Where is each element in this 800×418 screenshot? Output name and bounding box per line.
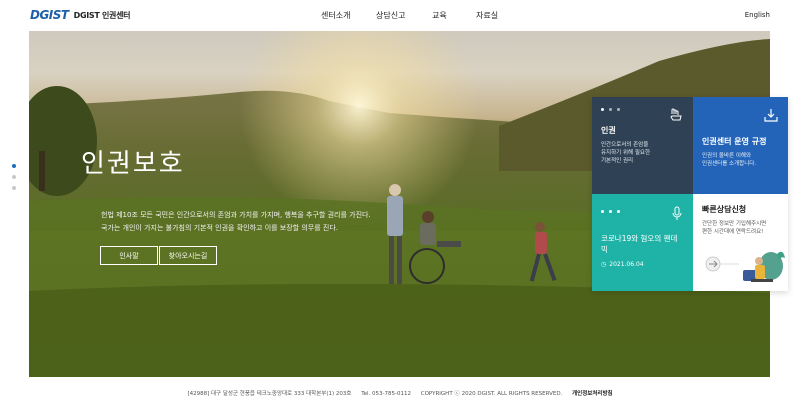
nav-item-counseling[interactable]: 상담신고 <box>376 10 405 21</box>
nav-item-education[interactable]: 교육 <box>432 10 447 21</box>
slide-dot-2[interactable] <box>12 175 16 179</box>
card-desc-line: 편한 시간대에 연락드려요! <box>702 229 764 235</box>
card-title: 코로나19와 혐오의 팬데 믹 <box>601 233 684 255</box>
card-date-text: 2021.06.04 <box>609 261 644 268</box>
card-title-line: 코로나19와 혐오의 팬데 <box>601 234 678 243</box>
hero-text-line-2: 국가는 개인이 가지는 불가침의 기본적 인권을 확인하고 이를 보장할 의무를… <box>101 224 338 232</box>
clock-icon: ◷ <box>601 261 607 268</box>
card-desc-line: 인간으로서의 존엄을 <box>601 142 649 148</box>
hand-icon <box>670 108 682 121</box>
card-video[interactable]: 코로나19와 혐오의 팬데 믹 ◷ 2021.06.04 <box>592 194 693 291</box>
footer-address: [42988] 대구 달성군 현풍읍 테크노중앙대로 333 대학본부(1) 2… <box>187 391 352 397</box>
hero-title: 인권보호 <box>81 149 185 179</box>
quick-panel: 인권 인간으로서의 존엄을 유지하기 위해 필요한 기본적인 권리 인권센터 운… <box>592 97 788 291</box>
hero-text-line-1: 헌법 제10조 모든 국민은 인간으로서의 존엄과 가치를 가지며, 행복을 추… <box>101 211 371 219</box>
card-desc-line: 인권센터를 소개합니다. <box>702 161 757 167</box>
card-operation-rules[interactable]: 인권센터 운영 규정 인권의 올바른 이해와 인권센터를 소개합니다. <box>693 97 788 194</box>
card-title-line: 믹 <box>601 245 608 254</box>
main-nav: 센터소개 상담신고 교육 자료실 <box>0 10 800 24</box>
card-title: 인권 <box>601 126 616 135</box>
card-desc: 간단한 정보만 기입해주시면 편한 시간대에 연락드려요! <box>702 220 779 236</box>
nav-item-resources[interactable]: 자료실 <box>476 10 498 21</box>
slide-dot-3[interactable] <box>12 186 16 190</box>
card-desc-line: 기본적인 권리 <box>601 158 634 164</box>
card-desc: 인권의 올바른 이해와 인권센터를 소개합니다. <box>702 152 779 168</box>
card-desc-line: 유지하기 위해 필요한 <box>601 150 651 156</box>
card-desc: 인간으로서의 존엄을 유지하기 위해 필요한 기본적인 권리 <box>601 141 684 165</box>
card-date: ◷ 2021.06.04 <box>601 261 684 268</box>
nav-item-center-intro[interactable]: 센터소개 <box>321 10 350 21</box>
footer-tel: Tel. 053-785-0112 <box>361 391 411 397</box>
site-header: DGIST DGIST 인권센터 센터소개 상담신고 교육 자료실 Englis… <box>0 0 800 31</box>
language-link[interactable]: English <box>745 11 770 19</box>
counseling-illustration <box>705 251 785 282</box>
card-title: 빠른상담신청 <box>702 205 747 214</box>
card-title: 인권센터 운영 규정 <box>702 137 767 146</box>
slide-dot-1[interactable] <box>12 164 16 168</box>
microphone-icon <box>672 206 682 220</box>
site-footer: [42988] 대구 달성군 현풍읍 테크노중앙대로 333 대학본부(1) 2… <box>0 389 800 397</box>
card-quick-counseling[interactable]: 빠른상담신청 간단한 정보만 기입해주시면 편한 시간대에 연락드려요! <box>693 194 788 291</box>
greeting-button[interactable]: 인사말 <box>100 246 158 265</box>
footer-copyright: COPYRIGHT ⓒ 2020 DGIST. ALL RIGHTS RESER… <box>420 391 563 397</box>
privacy-policy-link[interactable]: 개인정보처리방침 <box>572 391 612 397</box>
hero-description: 헌법 제10조 모든 국민은 인간으로서의 존엄과 가치를 가지며, 행복을 추… <box>101 209 431 235</box>
card-human-rights[interactable]: 인권 인간으로서의 존엄을 유지하기 위해 필요한 기본적인 권리 <box>592 97 693 194</box>
download-icon <box>764 109 778 122</box>
directions-button[interactable]: 찾아오시는길 <box>159 246 217 265</box>
card-desc-line: 간단한 정보만 기입해주시면 <box>702 221 767 227</box>
card-desc-line: 인권의 올바른 이해와 <box>702 153 752 159</box>
